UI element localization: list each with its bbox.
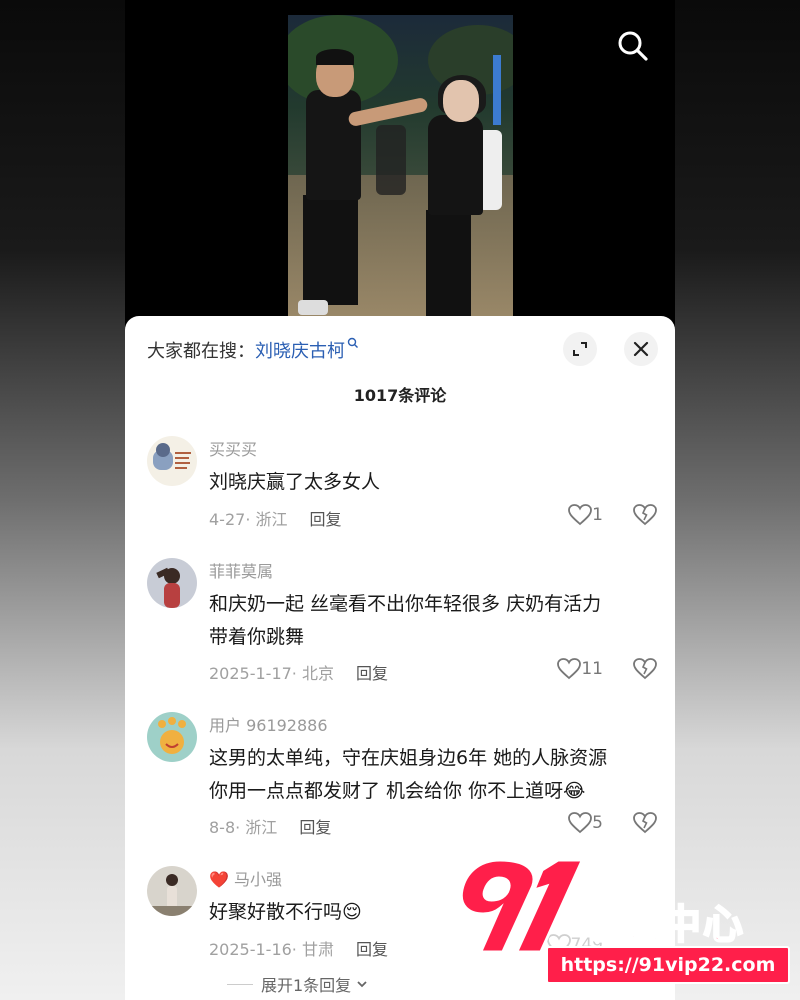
like-count: 1	[592, 505, 603, 525]
reply-button[interactable]: 回复	[310, 510, 342, 529]
comment-item: 菲菲莫属 和庆奶一起 丝毫看不出你年轻很多 庆奶有活力带着你跳舞 2025-1-…	[147, 558, 657, 688]
comment-username-text: 马小强	[234, 870, 283, 889]
comment-date-location: 4-27· 浙江	[209, 510, 288, 529]
like-button[interactable]: 11	[557, 658, 603, 680]
like-count: 5	[592, 813, 603, 833]
search-small-icon	[347, 337, 359, 352]
comment-text: 这男的太单纯，守在庆姐身边6年 她的人脉资源你用一点点都发财了 机会给你 你不上…	[209, 747, 608, 802]
reply-button[interactable]: 回复	[299, 818, 331, 837]
watermark-logo: 吃瓜中心 https://91vip22.com	[462, 852, 792, 987]
dislike-button[interactable]	[633, 812, 657, 838]
avatar[interactable]	[147, 436, 197, 486]
heart-icon	[568, 504, 593, 526]
video-tower	[493, 55, 501, 125]
comment-date-location: 2025-1-16· 甘肃	[209, 940, 334, 959]
divider-line	[227, 983, 253, 985]
avatar[interactable]	[147, 866, 197, 916]
expand-button[interactable]	[563, 332, 597, 366]
expand-icon	[573, 342, 587, 356]
avatar[interactable]	[147, 558, 197, 608]
search-suggestion-keyword[interactable]: 刘晓庆古柯	[255, 337, 345, 363]
comment-item: 买买买 刘晓庆赢了太多女人 4-27· 浙江 回复 1	[147, 436, 657, 536]
video-dancer-man-shoe	[298, 300, 328, 315]
comment-username[interactable]: ❤️ 马小强	[209, 866, 282, 890]
search-suggestion-prefix: 大家都在搜：	[147, 341, 255, 362]
comment-text: 刘晓庆赢了太多女人	[209, 471, 381, 493]
comment-text: 和庆奶一起 丝毫看不出你年轻很多 庆奶有活力带着你跳舞	[209, 593, 602, 648]
phone-screen: 大家都在搜： 刘晓庆古柯 1017条评论 买买买 刘晓庆赢了太多女人 4-27·…	[125, 0, 675, 1000]
comment-username[interactable]: 买买买	[209, 436, 257, 460]
comment-meta: 2025-1-16· 甘肃 回复	[209, 936, 388, 960]
comment-username[interactable]: 菲菲莫属	[209, 558, 273, 582]
watermark-url: https://91vip22.com	[546, 946, 790, 984]
dislike-button[interactable]	[633, 504, 657, 530]
video-dancer-man-hair	[316, 49, 354, 65]
chevron-down-icon	[357, 981, 367, 988]
close-button[interactable]	[624, 332, 658, 366]
like-button[interactable]: 5	[568, 812, 603, 834]
comment-count: 1017条评论	[353, 386, 447, 405]
avatar[interactable]	[147, 712, 197, 762]
like-count: 11	[581, 659, 603, 679]
broken-heart-icon	[633, 812, 657, 834]
search-icon	[618, 31, 648, 61]
comment-meta: 8-8· 浙江 回复	[209, 814, 331, 838]
dislike-button[interactable]	[633, 658, 657, 684]
comment-date-location: 8-8· 浙江	[209, 818, 278, 837]
heart-icon	[568, 812, 593, 834]
search-button[interactable]	[615, 28, 651, 64]
like-button[interactable]: 1	[568, 504, 603, 526]
reply-button[interactable]: 回复	[356, 664, 388, 683]
video-player[interactable]	[288, 15, 513, 320]
video-dancer-woman	[428, 115, 483, 215]
reply-button[interactable]: 回复	[356, 940, 388, 959]
heart-badge-icon: ❤️	[209, 870, 229, 889]
broken-heart-icon	[633, 658, 657, 680]
expand-replies-label: 展开1条回复	[261, 976, 352, 995]
broken-heart-icon	[633, 504, 657, 526]
comment-date-location: 2025-1-17· 北京	[209, 664, 334, 683]
expand-replies-button[interactable]: 展开1条回复	[227, 972, 369, 996]
video-bystander	[376, 125, 406, 195]
video-dancer-man	[306, 90, 361, 200]
comment-meta: 2025-1-17· 北京 回复	[209, 660, 388, 684]
comment-item: 用户 96192886 这男的太单纯，守在庆姐身边6年 她的人脉资源你用一点点都…	[147, 712, 657, 842]
watermark-brand: 吃瓜中心	[576, 901, 745, 949]
video-dancer-man	[303, 195, 358, 305]
heart-icon	[557, 658, 582, 680]
comment-meta: 4-27· 浙江 回复	[209, 506, 342, 530]
search-suggestion[interactable]: 大家都在搜： 刘晓庆古柯	[147, 336, 359, 364]
close-icon	[633, 341, 649, 357]
comment-username[interactable]: 用户 96192886	[209, 712, 328, 736]
video-dancer-woman	[426, 210, 471, 320]
video-dancer-woman-head	[443, 80, 479, 122]
